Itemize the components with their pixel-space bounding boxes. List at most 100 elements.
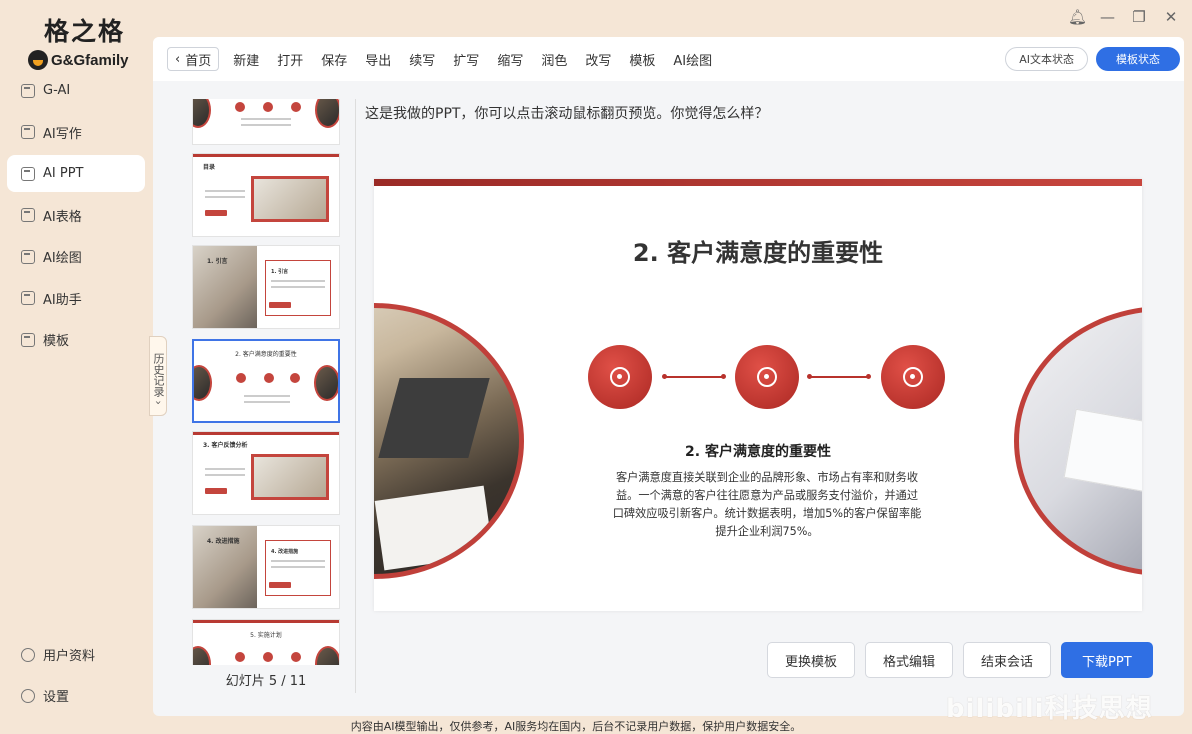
toolbar-rewrite[interactable]: 改写 bbox=[585, 50, 611, 69]
thumb-box-title: 1. 引言 bbox=[271, 269, 289, 275]
slide-thumbnail-6[interactable]: 4. 改进措施 4. 改进措施 bbox=[192, 525, 340, 609]
thumb-line bbox=[205, 196, 245, 198]
sidebar-item-label: AI PPT bbox=[43, 166, 84, 181]
home-label: 首页 bbox=[185, 53, 212, 69]
chevron-left-icon: ‹ bbox=[175, 51, 181, 67]
chat-icon bbox=[21, 83, 35, 98]
sidebar-item-ai-assistant[interactable]: AI助手 bbox=[7, 280, 145, 317]
sidebar-item-label: AI写作 bbox=[43, 126, 82, 142]
thumb-red-bar bbox=[193, 432, 339, 435]
slide-body: 客户满意度直接关联到企业的品牌形象、市场占有率和财务收益。一个满意的客户往往愿意… bbox=[612, 471, 922, 538]
thumb-title: 目录 bbox=[203, 164, 216, 171]
sidebar-item-settings[interactable]: 设置 bbox=[7, 677, 145, 714]
thumb-photo bbox=[251, 454, 329, 500]
toolbar-shorten[interactable]: 缩写 bbox=[497, 50, 523, 69]
slide-counter: 幻灯片 5 / 11 bbox=[225, 674, 307, 689]
sidebar-item-label: AI助手 bbox=[43, 292, 82, 308]
sidebar-item-ai-ppt[interactable]: AI PPT bbox=[7, 155, 145, 192]
assistant-icon bbox=[21, 291, 35, 305]
connector-line bbox=[662, 374, 726, 379]
slide-thumbnail-4-selected[interactable]: 2. 客户满意度的重要性 bbox=[192, 339, 340, 423]
brand: 格之格 G&Gfamily bbox=[28, 12, 138, 70]
thumb-line bbox=[244, 395, 290, 397]
watermark: bilibili科技思想 bbox=[946, 694, 1153, 724]
thumb-red-bar bbox=[193, 154, 339, 157]
thumb-title: 1. 引言 bbox=[207, 258, 228, 265]
sidebar-item-ai-table[interactable]: AI表格 bbox=[7, 197, 145, 234]
thumb-line bbox=[205, 474, 245, 476]
thumb-line bbox=[205, 190, 245, 192]
action-buttons: 更换模板 格式编辑 结束会话 下载PPT bbox=[767, 642, 1153, 678]
thumb-line bbox=[271, 566, 325, 568]
thumb-circle bbox=[236, 373, 246, 383]
slide-thumbnails: 目录 1. 引言 1. 引言 2. 客户满意度的重要性 3. 客户反馈分析 4.… bbox=[192, 99, 340, 665]
thumb-photo bbox=[251, 176, 329, 222]
thumb-title: 4. 改进措施 bbox=[207, 538, 240, 545]
thumb-photo bbox=[315, 99, 339, 128]
sidebar-item-g-ai[interactable]: G-AI bbox=[7, 72, 145, 109]
thumb-photo bbox=[315, 646, 339, 665]
thumb-line bbox=[205, 468, 245, 470]
slide-thumbnail-1[interactable] bbox=[192, 99, 340, 145]
toolbar-export[interactable]: 导出 bbox=[365, 50, 391, 69]
toolbar-open[interactable]: 打开 bbox=[277, 50, 303, 69]
slide-thumbnail-7[interactable]: 5. 实施计划 bbox=[192, 619, 340, 665]
home-button[interactable]: ‹ 首页 bbox=[167, 47, 220, 71]
thumb-circle bbox=[264, 373, 274, 383]
thumb-button bbox=[205, 210, 227, 216]
thumb-line bbox=[271, 560, 325, 562]
gear-icon bbox=[21, 688, 35, 703]
thumb-line bbox=[271, 280, 325, 282]
connector-line bbox=[807, 374, 871, 379]
close-icon[interactable]: ✕ bbox=[1164, 8, 1178, 26]
toolbar-template[interactable]: 模板 bbox=[629, 50, 655, 69]
slide-preview[interactable]: 2. 客户满意度的重要性 2. 客户满意度的重要性 客户满意度直接关联到企业的品… bbox=[374, 179, 1142, 611]
toolbar-expand[interactable]: 扩写 bbox=[453, 50, 479, 69]
minimize-icon[interactable]: — bbox=[1100, 8, 1115, 26]
panel-divider bbox=[355, 99, 356, 693]
change-template-button[interactable]: 更换模板 bbox=[767, 642, 856, 678]
thumb-button bbox=[269, 582, 291, 588]
template-status-button[interactable]: 模板状态 bbox=[1096, 47, 1180, 71]
sidebar-item-template[interactable]: 模板 bbox=[7, 321, 145, 358]
toolbar-new[interactable]: 新建 bbox=[233, 50, 259, 69]
slide-thumbnail-3[interactable]: 1. 引言 1. 引言 bbox=[192, 245, 340, 329]
thumb-line bbox=[241, 118, 291, 120]
sidebar-item-user-profile[interactable]: 用户资料 bbox=[7, 636, 145, 673]
window-controls: 🔔︎ — ❐ ✕ bbox=[1068, 8, 1178, 26]
sidebar-item-label: 用户资料 bbox=[43, 649, 96, 664]
bird-logo-icon bbox=[28, 50, 48, 70]
thumb-line bbox=[271, 286, 325, 288]
bell-icon[interactable]: 🔔︎ bbox=[1068, 8, 1087, 26]
slide-thumbnail-2[interactable]: 目录 bbox=[192, 153, 340, 237]
brand-title: 格之格 bbox=[44, 17, 126, 46]
slide-thumbnail-5[interactable]: 3. 客户反馈分析 bbox=[192, 431, 340, 515]
slide-title: 2. 客户满意度的重要性 bbox=[632, 239, 884, 267]
toolbar-ai-paint[interactable]: AI绘图 bbox=[673, 50, 712, 69]
thumb-title: 2. 客户满意度的重要性 bbox=[235, 351, 297, 358]
ai-text-status-button[interactable]: AI文本状态 bbox=[1005, 47, 1088, 71]
format-edit-button[interactable]: 格式编辑 bbox=[865, 642, 954, 678]
thumb-title: 3. 客户反馈分析 bbox=[203, 442, 248, 449]
download-ppt-button[interactable]: 下载PPT bbox=[1061, 642, 1153, 678]
assistant-message: 这是我做的PPT，你可以点击滚动鼠标翻页预览。你觉得怎么样？ bbox=[365, 106, 769, 122]
toolbar: ‹ 首页 新建 打开 保存 导出 续写 扩写 缩写 润色 改写 模板 AI绘图 A… bbox=[153, 37, 1184, 81]
thumb-photo bbox=[193, 99, 211, 128]
history-tab-label: 历史记录 bbox=[152, 353, 165, 398]
sidebar-item-label: 设置 bbox=[43, 690, 70, 705]
sidebar-item-ai-paint[interactable]: AI绘图 bbox=[7, 238, 145, 275]
toolbar-continue[interactable]: 续写 bbox=[409, 50, 435, 69]
thumb-box-title: 4. 改进措施 bbox=[271, 549, 299, 555]
toolbar-polish[interactable]: 润色 bbox=[541, 50, 567, 69]
webcam-icon bbox=[735, 345, 799, 409]
paint-icon bbox=[21, 249, 35, 264]
thumb-title: 5. 实施计划 bbox=[250, 632, 282, 639]
history-tab[interactable]: 历史记录 › bbox=[149, 336, 167, 416]
sidebar-item-ai-writing[interactable]: AI写作 bbox=[7, 114, 145, 151]
thumb-circle bbox=[290, 373, 300, 383]
template-icon bbox=[21, 332, 35, 347]
slide-icon-row bbox=[588, 345, 946, 409]
maximize-icon[interactable]: ❐ bbox=[1132, 8, 1146, 26]
end-session-button[interactable]: 结束会话 bbox=[963, 642, 1052, 678]
toolbar-save[interactable]: 保存 bbox=[321, 50, 347, 69]
